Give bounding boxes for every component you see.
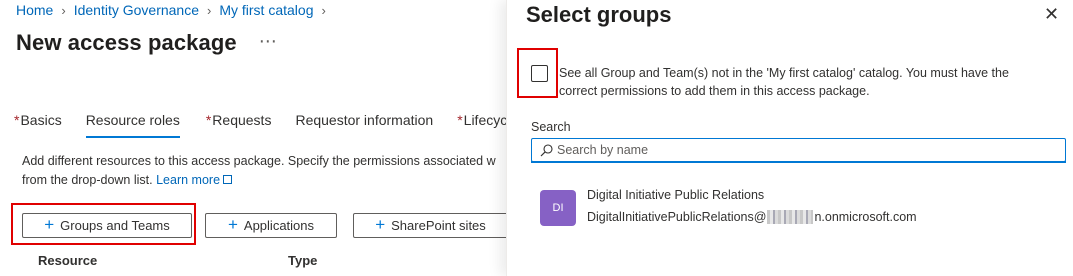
external-link-icon: [223, 175, 233, 184]
tab-label: Requests: [212, 112, 272, 128]
breadcrumb-home[interactable]: Home: [16, 2, 53, 18]
add-groups-and-teams-button[interactable]: + Groups and Teams: [22, 213, 192, 238]
search-icon: [537, 141, 555, 159]
button-label: SharePoint sites: [391, 218, 486, 233]
wizard-tabs: *Basics Resource roles *Requests Request…: [14, 112, 506, 138]
group-avatar: DI: [540, 190, 576, 226]
chevron-right-icon: ›: [61, 2, 66, 18]
add-sharepoint-sites-button[interactable]: + SharePoint sites: [353, 213, 506, 238]
breadcrumb-identity-governance[interactable]: Identity Governance: [74, 2, 199, 18]
see-all-groups-checkbox[interactable]: [531, 65, 548, 82]
column-header-resource[interactable]: Resource: [38, 253, 97, 268]
add-applications-button[interactable]: + Applications: [205, 213, 337, 238]
required-marker: *: [14, 112, 20, 128]
learn-more-label: Learn more: [156, 173, 221, 187]
tab-label: Requestor information: [295, 112, 434, 128]
search-box[interactable]: [531, 138, 1066, 163]
group-name: Digital Initiative Public Relations: [587, 188, 765, 202]
more-options-icon[interactable]: ⋯: [259, 31, 278, 52]
search-input[interactable]: [555, 140, 1065, 160]
tab-lifecycle[interactable]: *Lifecycle: [457, 112, 506, 136]
title-row: New access package ⋯: [16, 30, 278, 56]
group-email: DigitalInitiativePublicRelations@ n.onmi…: [587, 210, 917, 224]
tab-basics[interactable]: *Basics: [14, 112, 62, 136]
panel-title: Select groups: [526, 2, 672, 27]
page: Home › Identity Governance › My first ca…: [0, 0, 1073, 276]
description-line-1: Add different resources to this access p…: [22, 154, 496, 168]
tab-requestor-information[interactable]: Requestor information: [295, 112, 433, 136]
group-list-item[interactable]: DI Digital Initiative Public Relations D…: [540, 188, 1060, 236]
resource-button-row: + Groups and Teams + Applications + Shar…: [0, 203, 506, 245]
group-email-suffix: n.onmicrosoft.com: [814, 210, 917, 224]
chevron-right-icon: ›: [207, 2, 212, 18]
resource-roles-description: Add different resources to this access p…: [22, 152, 502, 190]
tab-label: Basics: [20, 112, 62, 128]
tab-requests[interactable]: *Requests: [206, 112, 272, 136]
plus-icon: +: [227, 215, 238, 234]
breadcrumb: Home › Identity Governance › My first ca…: [16, 2, 334, 18]
required-marker: *: [205, 112, 212, 128]
tab-label: Lifecycle: [463, 112, 506, 128]
chevron-right-icon: ›: [321, 2, 326, 18]
group-email-prefix: DigitalInitiativePublicRelations@: [587, 210, 767, 224]
select-groups-panel: Select groups ✕ See all Group and Team(s…: [506, 0, 1073, 276]
close-icon[interactable]: ✕: [1044, 4, 1059, 25]
search-label: Search: [531, 120, 571, 134]
checkbox-label-line-1: See all Group and Team(s) not in the 'My…: [559, 66, 1009, 80]
plus-icon: +: [375, 215, 386, 234]
description-line-2: from the drop-down list. Learn more: [22, 171, 502, 190]
button-label: Applications: [243, 218, 315, 233]
checkbox-label-line-2: correct permissions to add them in this …: [559, 84, 870, 98]
checkbox-label: See all Group and Team(s) not in the 'My…: [559, 64, 1059, 100]
column-header-type[interactable]: Type: [288, 253, 317, 268]
required-marker: *: [457, 112, 463, 128]
tab-label: Resource roles: [85, 112, 180, 128]
page-title: New access package: [16, 30, 237, 55]
description-text: from the drop-down list.: [22, 173, 153, 187]
plus-icon: +: [44, 215, 55, 234]
learn-more-link[interactable]: Learn more: [156, 173, 233, 187]
button-label: Groups and Teams: [60, 218, 170, 233]
access-package-page: Home › Identity Governance › My first ca…: [0, 0, 506, 276]
tab-resource-roles[interactable]: Resource roles: [85, 112, 181, 138]
redacted-text: [767, 210, 814, 224]
breadcrumb-catalog[interactable]: My first catalog: [219, 2, 313, 18]
